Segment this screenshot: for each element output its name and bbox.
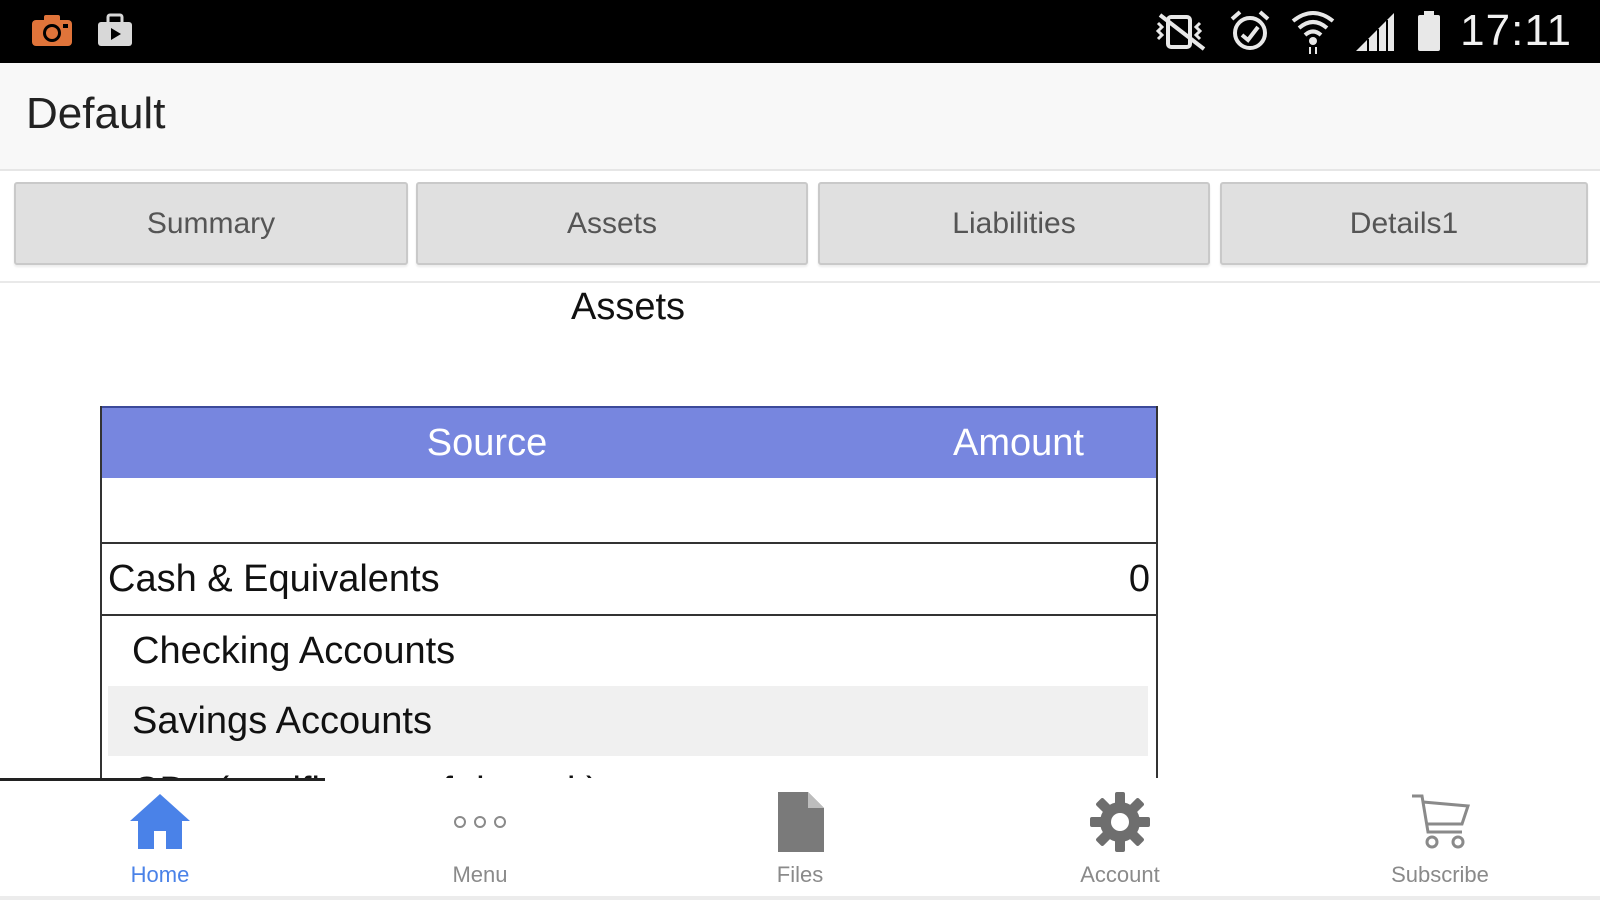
nav-label: Files <box>776 862 824 887</box>
camera-icon <box>30 12 74 48</box>
gear-icon <box>1088 790 1152 859</box>
nav-subscribe[interactable]: Subscribe <box>1340 790 1540 890</box>
group-label: Cash & Equivalents <box>108 558 440 600</box>
bottom-navigation: Home Menu Files Account Subscribe <box>0 778 1600 900</box>
nav-files[interactable]: Files <box>700 790 900 890</box>
row-label: Savings Accounts <box>132 700 432 742</box>
status-right-icons: 17:11 <box>1150 6 1572 56</box>
section-title: Assets <box>570 286 686 328</box>
tab-liabilities[interactable]: Liabilities <box>818 182 1210 265</box>
tab-details1[interactable]: Details1 <box>1220 182 1588 265</box>
bottom-edge <box>0 896 1600 900</box>
table-group-row[interactable]: Cash & Equivalents 0 <box>102 544 1156 616</box>
nav-label: Menu <box>452 862 508 887</box>
more-dots-icon <box>450 812 510 837</box>
status-left-icons <box>30 12 134 48</box>
nav-account[interactable]: Account <box>1020 790 1220 890</box>
wifi-icon <box>1290 7 1336 55</box>
nav-divider <box>0 778 325 781</box>
vibrate-mute-icon <box>1150 9 1210 53</box>
tab-summary[interactable]: Summary <box>14 182 408 265</box>
assets-table: Source Amount Cash & Equivalents 0 Check… <box>100 406 1158 778</box>
app-screen: 17:11 Default Summary Assets Liabilities… <box>0 0 1600 900</box>
briefcase-icon <box>96 12 134 48</box>
status-bar: 17:11 <box>0 0 1600 63</box>
cart-icon <box>1408 790 1472 859</box>
signal-icon <box>1354 9 1398 53</box>
nav-label: Account <box>1080 862 1160 887</box>
table-spacer-row <box>102 478 1156 544</box>
row-label: Checking Accounts <box>132 630 456 672</box>
app-bar: Default <box>0 63 1600 171</box>
alarm-icon <box>1228 9 1272 53</box>
status-time: 17:11 <box>1460 6 1572 55</box>
table-row[interactable]: Checking Accounts <box>108 616 1148 686</box>
nav-home[interactable]: Home <box>60 790 260 890</box>
table-row[interactable]: Savings Accounts <box>108 686 1148 756</box>
home-icon <box>128 791 192 858</box>
nav-menu[interactable]: Menu <box>380 790 580 890</box>
table-row[interactable]: CDs (certificates of deposit) <box>108 756 1148 778</box>
row-label: CDs (certificates of deposit) <box>132 756 599 778</box>
tab-assets[interactable]: Assets <box>416 182 808 265</box>
nav-label: Subscribe <box>1391 862 1489 887</box>
battery-icon <box>1416 9 1442 53</box>
column-header-source: Source <box>426 422 548 464</box>
file-icon <box>774 790 826 859</box>
group-amount: 0 <box>1128 558 1150 600</box>
app-title: Default <box>26 89 166 138</box>
tab-bar: Summary Assets Liabilities Details1 <box>0 171 1600 283</box>
table-header: Source Amount <box>102 406 1156 478</box>
column-header-amount: Amount <box>953 422 1084 464</box>
nav-label: Home <box>130 862 190 887</box>
